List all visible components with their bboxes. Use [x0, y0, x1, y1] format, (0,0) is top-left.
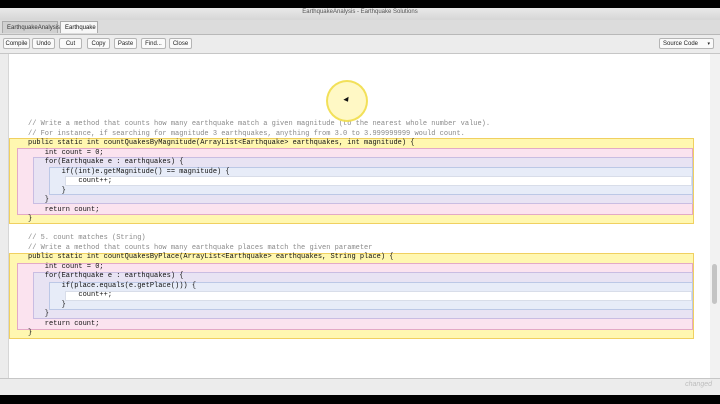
- find-button[interactable]: Find...: [141, 38, 166, 49]
- code-line: }: [28, 215, 33, 223]
- editor-toolbar: Compile Undo Cut Copy Paste Find... Clos…: [0, 35, 720, 54]
- code-line: for(Earthquake e : earthquakes) {: [28, 158, 184, 166]
- code-line: return count;: [28, 319, 100, 328]
- scrollbar-thumb[interactable]: [712, 264, 717, 304]
- code-line: }: [28, 300, 66, 309]
- code-line: return count;: [28, 205, 100, 214]
- close-button[interactable]: Close: [169, 38, 192, 49]
- code-line: int count = 0;: [28, 262, 104, 271]
- view-select-value: Source Code: [663, 41, 699, 47]
- code-line: // Write a method that counts how many e…: [28, 120, 491, 128]
- view-select[interactable]: Source Code ▾: [659, 38, 714, 49]
- chevron-down-icon: ▾: [707, 41, 710, 47]
- code-text: // Write a method that counts how many e…: [28, 120, 490, 339]
- copy-button[interactable]: Copy: [87, 38, 110, 49]
- code-line: if(place.equals(e.getPlace())) {: [28, 281, 197, 290]
- code-line: }: [28, 196, 50, 204]
- code-line: // For instance, if searching for magnit…: [28, 129, 465, 138]
- paste-button[interactable]: Paste: [114, 38, 137, 49]
- cut-button[interactable]: Cut: [59, 38, 82, 49]
- code-line: for(Earthquake e : earthquakes) {: [28, 272, 184, 280]
- code-line: if((int)e.getMagnitude() == magnitude) {: [28, 167, 230, 176]
- tab-earthquake[interactable]: Earthquake: [60, 21, 98, 33]
- code-line: count++;: [28, 291, 113, 299]
- code-line: // 5. count matches (String): [28, 234, 146, 242]
- code-line: // Write a method that counts how many e…: [28, 243, 373, 252]
- tab-bar: EarthquakeAnalysis Earthquake: [0, 20, 720, 35]
- status-text: changed: [685, 381, 712, 388]
- compile-button[interactable]: Compile: [3, 38, 30, 49]
- code-line: public static int countQuakesByPlace(Arr…: [28, 253, 394, 261]
- code-line: public static int countQuakesByMagnitude…: [28, 139, 415, 147]
- status-bar: changed: [0, 378, 720, 395]
- tab-earthquake-analysis[interactable]: EarthquakeAnalysis: [2, 21, 60, 33]
- window-title: EarthquakeAnalysis - Earthquake Solution…: [302, 9, 418, 15]
- code-line: int count = 0;: [28, 148, 104, 157]
- vertical-scrollbar[interactable]: [710, 54, 720, 378]
- code-line: }: [28, 310, 50, 318]
- code-line: }: [28, 186, 66, 195]
- undo-button[interactable]: Undo: [32, 38, 55, 49]
- code-line: count++;: [28, 177, 113, 185]
- code-line: }: [28, 329, 33, 337]
- bluej-editor-window: EarthquakeAnalysis - Earthquake Solution…: [0, 8, 720, 395]
